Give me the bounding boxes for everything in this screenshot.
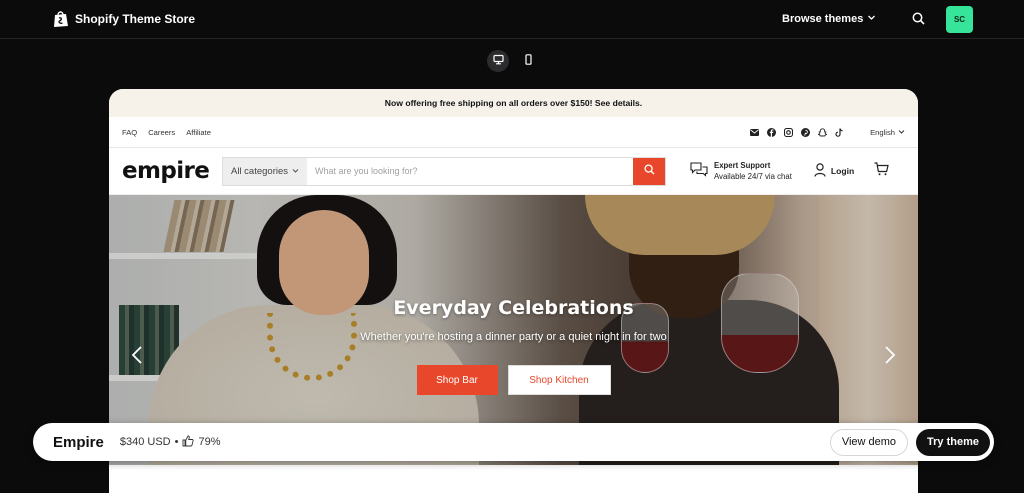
support-text: Expert Support Available 24/7 via chat [714, 160, 792, 182]
chevron-right-icon[interactable] [884, 345, 896, 370]
util-link-careers[interactable]: Careers [148, 128, 175, 137]
hero-subtitle: Whether you're hosting a dinner party or… [360, 331, 667, 343]
search-button[interactable] [633, 157, 665, 185]
try-theme-button[interactable]: Try theme [916, 428, 990, 456]
pinterest-icon[interactable] [800, 127, 810, 137]
utility-right: English [749, 127, 905, 137]
view-demo-button[interactable]: View demo [829, 428, 909, 456]
mobile-icon [523, 52, 534, 70]
tiktok-icon[interactable] [834, 127, 844, 137]
desktop-view-button[interactable] [487, 50, 509, 72]
store-header: empire All categories Expert Support Ava… [109, 148, 918, 195]
browse-themes-menu[interactable]: Browse themes [782, 13, 876, 25]
chevron-down-icon [867, 13, 876, 25]
search-icon [643, 162, 655, 180]
theme-actions: View demo Try theme [829, 428, 990, 456]
hero-title: Everyday Celebrations [393, 297, 634, 319]
theme-name: Empire [53, 433, 104, 451]
separator-dot: • [174, 436, 179, 448]
snapchat-icon[interactable] [817, 127, 827, 137]
browse-themes-label: Browse themes [782, 13, 864, 25]
shopify-bag-icon [53, 10, 69, 28]
theme-price-rating: $340 USD • 79% [120, 435, 221, 450]
util-link-faq[interactable]: FAQ [122, 128, 137, 137]
chat-bubbles-icon [690, 161, 708, 181]
util-link-affiliate[interactable]: Affiliate [186, 128, 211, 137]
social-links [749, 127, 844, 137]
store-topbar: Shopify Theme Store Browse themes SC [0, 0, 1024, 39]
support-title: Expert Support [714, 161, 771, 170]
hero-buttons: Shop Bar Shop Kitchen [109, 365, 918, 395]
chevron-down-icon [898, 128, 905, 137]
mobile-view-button[interactable] [517, 50, 539, 72]
thumbs-up-icon [182, 435, 195, 450]
search-input[interactable] [307, 157, 633, 185]
chevron-down-icon [292, 166, 299, 177]
theme-action-bar: Empire $340 USD • 79% View demo Try them… [33, 423, 994, 461]
mail-icon[interactable] [749, 127, 759, 137]
store-logo[interactable]: empire [122, 158, 222, 184]
store-search: All categories [222, 156, 666, 186]
expert-support[interactable]: Expert Support Available 24/7 via chat [690, 160, 792, 182]
category-label: All categories [230, 165, 289, 177]
theme-rating: 79% [198, 436, 221, 448]
language-label: English [870, 127, 895, 137]
utility-links: FAQ Careers Affiliate [122, 128, 211, 137]
login-link[interactable]: Login [814, 163, 854, 179]
shop-bar-button[interactable]: Shop Bar [416, 365, 498, 395]
announcement-bar[interactable]: Now offering free shipping on all orders… [109, 89, 918, 117]
cart-icon[interactable] [874, 161, 890, 181]
language-selector[interactable]: English [870, 128, 905, 137]
utility-bar: FAQ Careers Affiliate English [109, 117, 918, 148]
desktop-icon [492, 52, 504, 70]
instagram-icon[interactable] [783, 127, 793, 137]
chevron-left-icon[interactable] [131, 345, 143, 370]
facebook-icon[interactable] [766, 127, 776, 137]
shop-kitchen-button[interactable]: Shop Kitchen [507, 365, 611, 395]
support-subtitle: Available 24/7 via chat [714, 172, 792, 181]
store-brand[interactable]: Shopify Theme Store [53, 10, 195, 28]
user-icon [814, 163, 826, 179]
brand-label: Shopify Theme Store [75, 12, 196, 26]
avatar[interactable]: SC [946, 6, 973, 33]
search-icon[interactable] [912, 12, 925, 30]
device-toggle [487, 50, 539, 72]
category-select[interactable]: All categories [223, 157, 307, 185]
login-label: Login [830, 166, 855, 176]
theme-price: $340 USD [119, 436, 171, 448]
